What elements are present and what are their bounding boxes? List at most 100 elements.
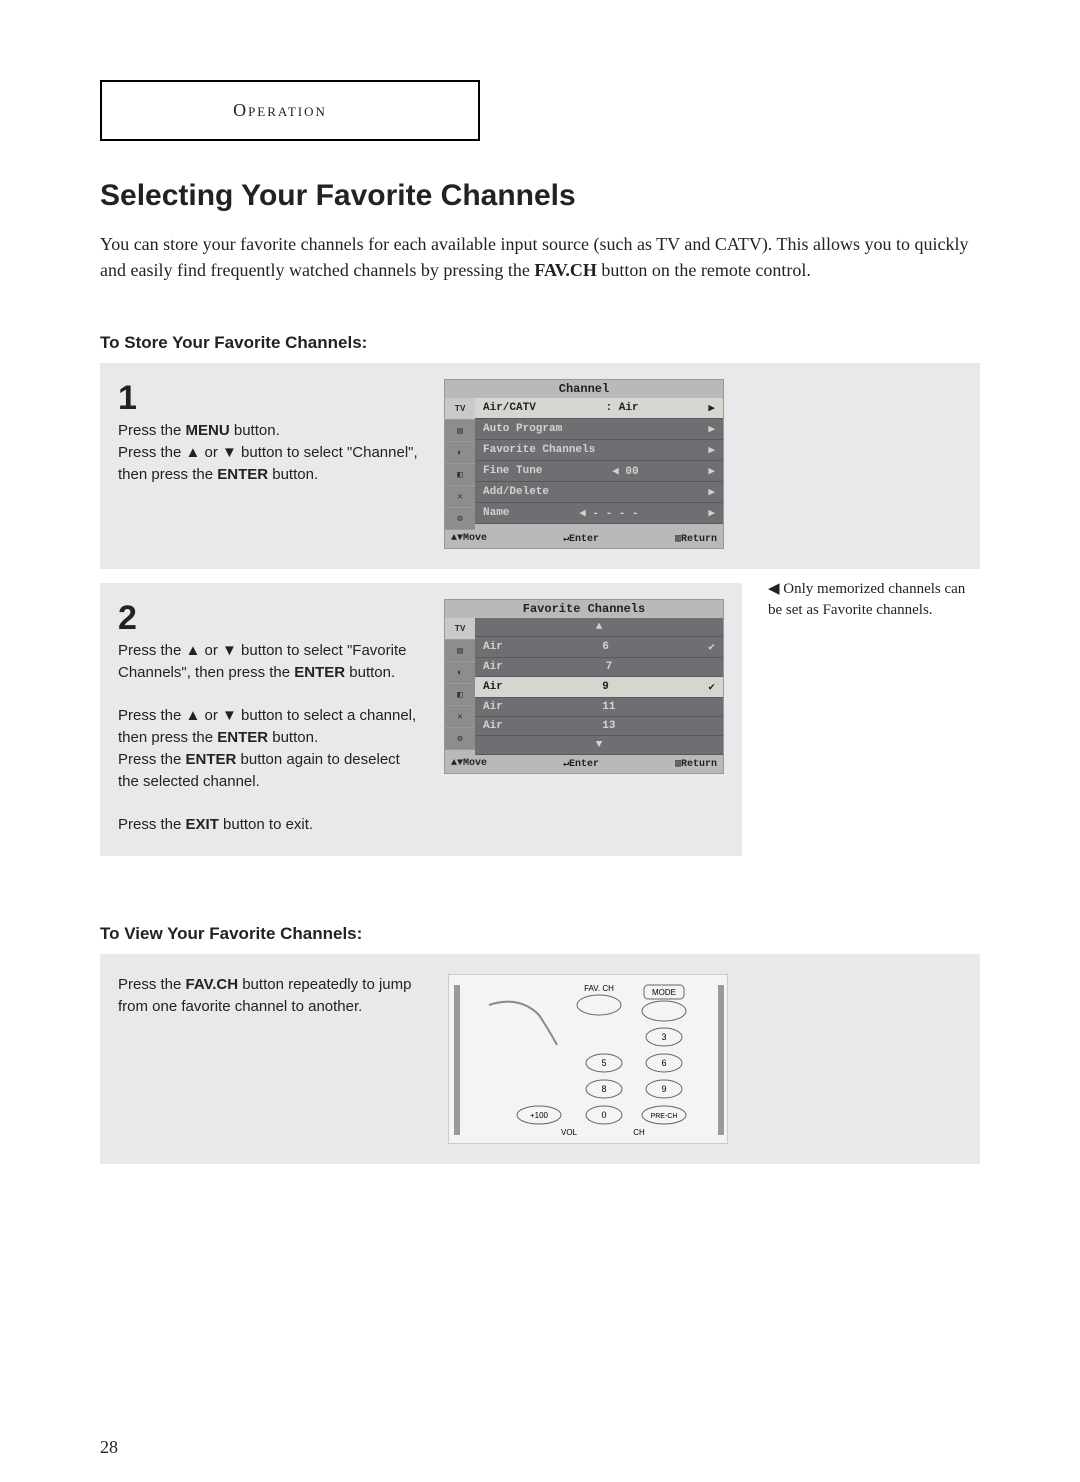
osd1-foot-return: ▥Return [675, 533, 717, 545]
step2-d: button. [268, 729, 318, 746]
remote-favch-label: FAV. CH [584, 984, 614, 993]
osd1-r2-l: Favorite Channels [483, 444, 595, 456]
osd1-row-1: Auto Program▶ [475, 419, 723, 440]
osd1-r3-m: ◀ 00 [612, 464, 638, 478]
step2-enter3: ENTER [186, 751, 237, 768]
osd2-row-4: Air 11 [475, 698, 723, 717]
remote-6: 6 [661, 1058, 666, 1068]
osd-tab-6: ⚙ [445, 508, 475, 530]
step-1-number: 1 [118, 379, 418, 418]
osd1-r1-r: ▶ [708, 422, 715, 436]
remote-mode-label: MODE [652, 988, 676, 997]
osd2-r4-m: 11 [602, 701, 615, 713]
step-2-row: 2 Press the ▲ or ▼ button to select "Fav… [100, 583, 980, 870]
osd1-title: Channel [445, 380, 723, 398]
osd2-r3-m: 9 [602, 681, 609, 693]
osd2-row-up: ▲ [475, 618, 723, 637]
view-favch: FAV.CH [186, 976, 239, 993]
remote-0: 0 [601, 1110, 606, 1120]
step1-menu: MENU [186, 422, 230, 439]
remote-3: 3 [661, 1032, 666, 1042]
view-step-block: Press the FAV.CH button repeatedly to ju… [100, 954, 980, 1164]
osd1-row-3: Fine Tune◀ 00▶ [475, 461, 723, 482]
osd1-r5-r: ▶ [708, 506, 715, 520]
osd2-r5-l: Air [483, 720, 503, 732]
step-2-block: 2 Press the ▲ or ▼ button to select "Fav… [100, 583, 742, 856]
remote-9: 9 [661, 1084, 666, 1094]
osd1-r5-l: Name [483, 507, 509, 519]
step-2-osd: Favorite Channels TV ▤ ◐ ◧ ✕ ⚙ ▲ Air6✔ A… [444, 599, 724, 836]
osd2-tab-5: ✕ [445, 706, 475, 728]
osd1-r2-r: ▶ [708, 443, 715, 457]
osd2-foot-enter: ↵Enter [563, 758, 599, 770]
osd2-r4-l: Air [483, 701, 503, 713]
step2-exit: EXIT [186, 816, 219, 833]
step-1-left: 1 Press the MENU button. Press the ▲ or … [118, 379, 418, 549]
step2-h: button to exit. [219, 816, 313, 833]
osd2-row-2: Air 7 [475, 658, 723, 677]
osd2-tab-6: ⚙ [445, 728, 475, 750]
step-1-block: 1 Press the MENU button. Press the ▲ or … [100, 363, 980, 569]
step1-d: button. [268, 466, 318, 483]
osd1-row-5: Name ◀ - - - - ▶ [475, 503, 723, 524]
osd1-tabs: TV ▤ ◐ ◧ ✕ ⚙ [445, 398, 475, 530]
osd2-foot-move: ▲▼Move [451, 758, 487, 770]
osd1-r0-r: ▶ [708, 401, 715, 415]
remote-ch: CH [633, 1128, 645, 1137]
step1-b: button. [230, 422, 280, 439]
remote-5: 5 [601, 1058, 606, 1068]
side-note: ◀ Only memorized channels can be set as … [768, 579, 980, 870]
osd1-r0-l: Air/CATV [483, 402, 536, 414]
section-header-text: Operation [233, 100, 327, 120]
osd-favorite: Favorite Channels TV ▤ ◐ ◧ ✕ ⚙ ▲ Air6✔ A… [444, 599, 724, 774]
osd1-rows: Air/CATV : Air ▶ Auto Program▶ Favorite Ch… [475, 398, 723, 530]
step2-g: Press the [118, 816, 186, 833]
osd1-r4-l: Add/Delete [483, 486, 549, 498]
osd2-row-down: ▼ [475, 736, 723, 755]
step-1-text: Press the MENU button. Press the ▲ or ▼ … [118, 420, 418, 485]
remote-vol: VOL [561, 1128, 578, 1137]
osd-tab-2: ▤ [445, 420, 475, 442]
step-1-osd: Channel TV ▤ ◐ ◧ ✕ ⚙ Air/CATV : Air ▶ Auto… [444, 379, 724, 549]
osd1-r3-r: ▶ [708, 464, 715, 478]
osd2-r2-l: Air [483, 661, 503, 673]
step1-a: Press the [118, 422, 186, 439]
intro-text-2: button on the remote control. [597, 260, 811, 280]
osd-tab-tv: TV [445, 398, 475, 420]
view-heading: To View Your Favorite Channels: [100, 924, 980, 944]
step1-enter: ENTER [217, 466, 268, 483]
osd2-tabs: TV ▤ ◐ ◧ ✕ ⚙ [445, 618, 475, 755]
store-heading: To Store Your Favorite Channels: [100, 333, 980, 353]
step-2-number: 2 [118, 599, 418, 638]
step-2-text: Press the ▲ or ▼ button to select "Favor… [118, 640, 418, 836]
osd2-r2-m: 7 [606, 661, 613, 673]
view-a: Press the [118, 976, 186, 993]
osd2-r1-r: ✔ [708, 640, 715, 654]
osd2-r0-m: ▲ [596, 621, 603, 633]
osd2-footer: ▲▼Move ↵Enter ▥Return [445, 755, 723, 773]
osd2-r6-m: ▼ [596, 739, 603, 751]
step-2-left: 2 Press the ▲ or ▼ button to select "Fav… [118, 599, 418, 836]
step2-e: Press the [118, 751, 186, 768]
osd1-r5-m: ◀ - - - - [579, 506, 638, 520]
remote-svg: FAV. CH MODE 3 5 6 8 9 +100 0 PRE-CH VOL… [449, 975, 729, 1145]
osd-tab-5: ✕ [445, 486, 475, 508]
osd2-r3-l: Air [483, 681, 503, 693]
osd2-tab-3: ◐ [445, 662, 475, 684]
osd1-r0-m: : Air [606, 402, 639, 414]
osd2-row-3: Air9✔ [475, 677, 723, 698]
osd2-r5-m: 13 [602, 720, 615, 732]
page-title: Selecting Your Favorite Channels [100, 179, 980, 213]
step2-enter2: ENTER [217, 729, 268, 746]
osd1-r4-r: ▶ [708, 485, 715, 499]
osd1-row-4: Add/Delete ▶ [475, 482, 723, 503]
step2-enter1: ENTER [294, 664, 345, 681]
osd2-foot-return: ▥Return [675, 758, 717, 770]
remote-prech: PRE-CH [651, 1113, 678, 1120]
osd1-row-2: Favorite Channels ▶ [475, 440, 723, 461]
osd-channel: Channel TV ▤ ◐ ◧ ✕ ⚙ Air/CATV : Air ▶ Auto… [444, 379, 724, 549]
osd2-rows: ▲ Air6✔ Air7 Air9✔ Air11 Air13 ▼ [475, 618, 723, 755]
osd2-tab-4: ◧ [445, 684, 475, 706]
remote-8: 8 [601, 1084, 606, 1094]
osd1-foot-enter: ↵Enter [563, 533, 599, 545]
